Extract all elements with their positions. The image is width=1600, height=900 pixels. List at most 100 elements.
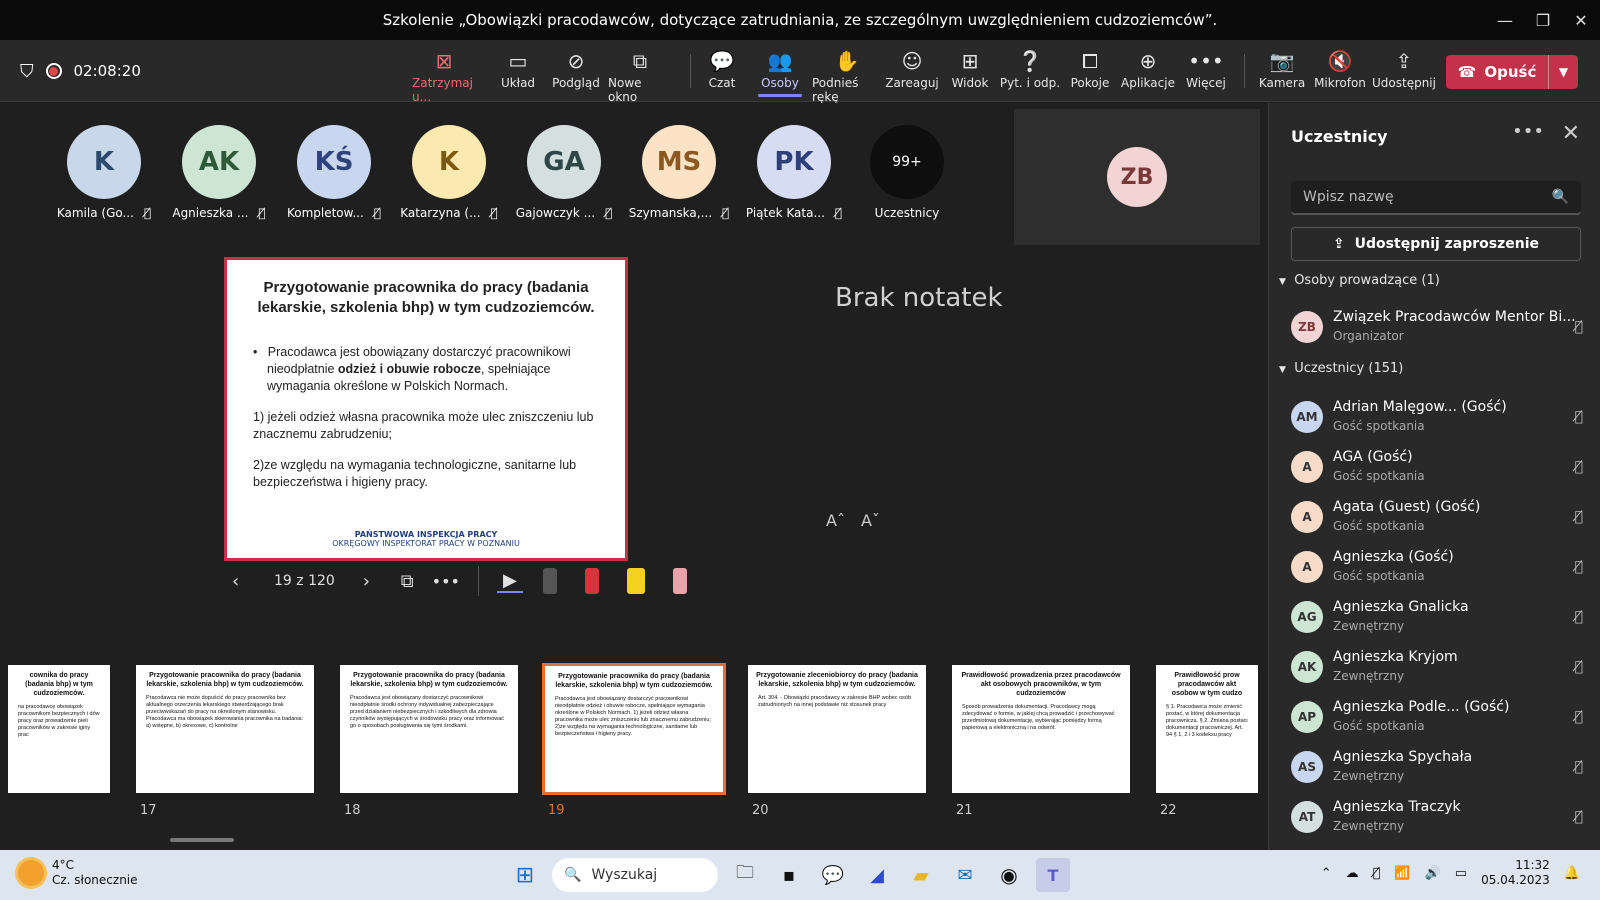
file-explorer-icon[interactable]: 🗀 xyxy=(728,858,762,892)
participant-tile[interactable]: K Kamila (Go... 🎙̸ xyxy=(49,125,159,220)
participant-list-item[interactable]: A Agnieszka (Gość) Gość spotkania 🎙̸ xyxy=(1291,547,1591,593)
speaker-muted-icon: 🔇 xyxy=(1327,49,1353,73)
presenters-section-header[interactable]: ▼ Osoby prowadzące (1) xyxy=(1279,273,1440,288)
plus-square-icon: ⊕ xyxy=(1139,49,1157,73)
react-button[interactable]: ☺ Zareaguj xyxy=(880,46,944,90)
participant-search-input[interactable]: Wpisz nazwę 🔍 xyxy=(1291,181,1581,215)
ellipsis-icon[interactable]: ••• xyxy=(432,572,460,591)
participant-list-item[interactable]: AK Agnieszka Kryjom Zewnętrzny 🎙̸ xyxy=(1291,647,1591,693)
overflow-participants[interactable]: 99+ Uczestnicy xyxy=(852,125,962,220)
participant-tile[interactable]: KŚ Kompletow... 🎙̸ xyxy=(279,125,389,220)
mic-muted-icon: 🎙̸ xyxy=(490,206,498,220)
slides-grid-icon[interactable]: ⧉ xyxy=(401,571,414,592)
mic-muted-icon: 🎙̸ xyxy=(605,206,613,220)
qa-button[interactable]: ❔ Pyt. i odp. xyxy=(998,46,1062,90)
font-increase-button[interactable]: Aˆ xyxy=(826,511,845,530)
new-window-button[interactable]: ⧉ Nowe okno xyxy=(608,46,672,104)
taskbar-search[interactable]: 🔍 Wyszukaj xyxy=(552,858,718,892)
chat-icon: 💬 xyxy=(709,49,735,73)
highlighter-icon[interactable] xyxy=(626,568,645,594)
clock[interactable]: 11:32 05.04.2023 xyxy=(1481,858,1550,888)
slide-thumbnail[interactable]: Prawidłowość prowadzenia przez pracodawc… xyxy=(950,663,1132,795)
shield-icon[interactable]: ⛉ xyxy=(20,61,34,82)
participant-list-item[interactable]: A AGA (Gość) Gość spotkania 🎙̸ xyxy=(1291,447,1591,493)
camera-button[interactable]: 📷 Kamera xyxy=(1250,46,1314,90)
windows-start-icon[interactable]: ⊞ xyxy=(508,858,542,892)
eraser-icon[interactable] xyxy=(672,568,687,594)
mic-muted-icon: 🎙̸ xyxy=(1574,509,1583,525)
avatar: A xyxy=(1291,501,1323,533)
participant-tile[interactable]: MS Szymanska,... 🎙̸ xyxy=(624,125,734,220)
wifi-icon[interactable]: 📶 xyxy=(1394,866,1410,881)
layout-button[interactable]: ▭ Układ xyxy=(486,46,550,90)
slide-thumbnail[interactable]: Prawidłowość prow pracodawców akt osobow… xyxy=(1154,663,1260,795)
minimize-icon[interactable]: — xyxy=(1486,0,1524,40)
chrome-icon[interactable]: ◉ xyxy=(992,858,1026,892)
view-button[interactable]: ⊞ Widok xyxy=(938,46,1002,90)
participant-tile[interactable]: K Katarzyna (... 🎙̸ xyxy=(394,125,504,220)
terminal-icon[interactable]: ▪ xyxy=(772,858,806,892)
font-decrease-button[interactable]: Aˇ xyxy=(861,511,880,530)
volume-icon[interactable]: 🔊 xyxy=(1425,866,1441,881)
share-button[interactable]: ⇪ Udostępnij xyxy=(1372,46,1436,90)
participant-list-item[interactable]: A Agata (Guest) (Gość) Gość spotkania 🎙̸ xyxy=(1291,497,1591,543)
self-view[interactable]: ZB xyxy=(1014,109,1260,245)
pointer-icon[interactable]: ▶ xyxy=(496,570,523,593)
slide-thumbnail[interactable]: Przygotowanie pracownika do pracy (badan… xyxy=(134,663,316,795)
participant-tile[interactable]: GA Gajowczyk ... 🎙̸ xyxy=(509,125,619,220)
search-icon: 🔍 xyxy=(564,867,582,883)
slide-thumbnail[interactable]: cownika do pracy (badania bhp) w tym cud… xyxy=(6,663,112,795)
thumbnail-number: 22 xyxy=(1160,803,1177,818)
participant-list-item[interactable]: AM Adrian Malęgow... (Gość) Gość spotkan… xyxy=(1291,397,1591,443)
avatar: GA xyxy=(527,125,601,199)
teams-icon[interactable]: T xyxy=(1036,858,1070,892)
chevron-right-icon[interactable]: › xyxy=(363,571,387,592)
participant-tile[interactable]: AK Agnieszka ... 🎙̸ xyxy=(164,125,274,220)
preview-button[interactable]: ⊘ Podgląd xyxy=(544,46,608,90)
thumbnail-scrollbar[interactable] xyxy=(170,838,234,842)
chevron-left-icon[interactable]: ‹ xyxy=(232,571,256,592)
notification-icon[interactable]: 🔔 xyxy=(1564,866,1580,881)
outlook-icon[interactable]: ✉ xyxy=(948,858,982,892)
red-pen-icon[interactable] xyxy=(584,568,599,594)
chevron-down-icon[interactable]: ▼ xyxy=(1548,55,1578,89)
participant-list-item[interactable]: AS Agnieszka Spychała Zewnętrzny 🎙̸ xyxy=(1291,747,1591,793)
stop-presenting-button[interactable]: ⊠ Zatrzymaj u... xyxy=(412,46,476,104)
toolbar-divider xyxy=(477,566,479,596)
folder-icon[interactable]: ▰ xyxy=(904,858,938,892)
mic-muted-icon[interactable]: 🎙̸ xyxy=(1373,866,1381,881)
avatar: A xyxy=(1291,551,1323,583)
avatar: K xyxy=(67,125,141,199)
chat-app-icon[interactable]: 💬 xyxy=(816,858,850,892)
power-automate-icon[interactable]: ◢ xyxy=(860,858,894,892)
slide-thumbnail[interactable]: Przygotowanie zleceniobiorcy do pracy (b… xyxy=(746,663,928,795)
participant-list-item[interactable]: ZB Związek Pracodawców Mentor Bi... Orga… xyxy=(1291,307,1591,353)
slide-thumbnail-selected[interactable]: Przygotowanie pracownika do pracy (badan… xyxy=(542,663,726,795)
mic-button[interactable]: 🔇 Mikrofon xyxy=(1308,46,1372,90)
apps-button[interactable]: ⊕ Aplikacje xyxy=(1116,46,1180,90)
pen-icon[interactable] xyxy=(542,568,557,594)
ellipsis-icon[interactable]: ••• xyxy=(1512,121,1544,142)
participant-tile[interactable]: PK Piątek Kata... 🎙̸ xyxy=(739,125,849,220)
participant-list-item[interactable]: AG Agnieszka Gnalicka Zewnętrzny 🎙̸ xyxy=(1291,597,1591,643)
more-button[interactable]: ••• Więcej xyxy=(1174,46,1238,90)
leave-button[interactable]: ☎ Opuść ▼ xyxy=(1446,55,1578,89)
close-icon[interactable]: ✕ xyxy=(1562,121,1580,146)
participant-list-item[interactable]: AP Agnieszka Podle... (Gość) Gość spotka… xyxy=(1291,697,1591,743)
avatar: K xyxy=(412,125,486,199)
rooms-button[interactable]: ⧠ Pokoje xyxy=(1058,46,1122,90)
restore-icon[interactable]: ❐ xyxy=(1524,0,1562,40)
chat-button[interactable]: 💬 Czat xyxy=(690,46,754,90)
raise-hand-button[interactable]: ✋ Podnieś rękę xyxy=(812,46,882,104)
attendees-section-header[interactable]: ▼ Uczestnicy (151) xyxy=(1279,361,1403,376)
people-button[interactable]: 👥 Osoby xyxy=(748,46,812,97)
slide-thumbnail[interactable]: Przygotowanie pracownika do pracy (badan… xyxy=(338,663,520,795)
avatar: AS xyxy=(1291,751,1323,783)
close-icon[interactable]: ✕ xyxy=(1562,0,1600,40)
weather-widget[interactable]: 4°C Cz. słonecznie xyxy=(18,858,138,888)
chevron-up-icon[interactable]: ⌃ xyxy=(1321,866,1332,881)
battery-icon[interactable]: ▭ xyxy=(1455,866,1467,881)
cloud-icon[interactable]: ☁ xyxy=(1346,866,1359,881)
share-invite-button[interactable]: ⇪ Udostępnij zaproszenie xyxy=(1291,227,1581,261)
participant-list-item[interactable]: AT Agnieszka Traczyk Zewnętrzny 🎙̸ xyxy=(1291,797,1591,843)
